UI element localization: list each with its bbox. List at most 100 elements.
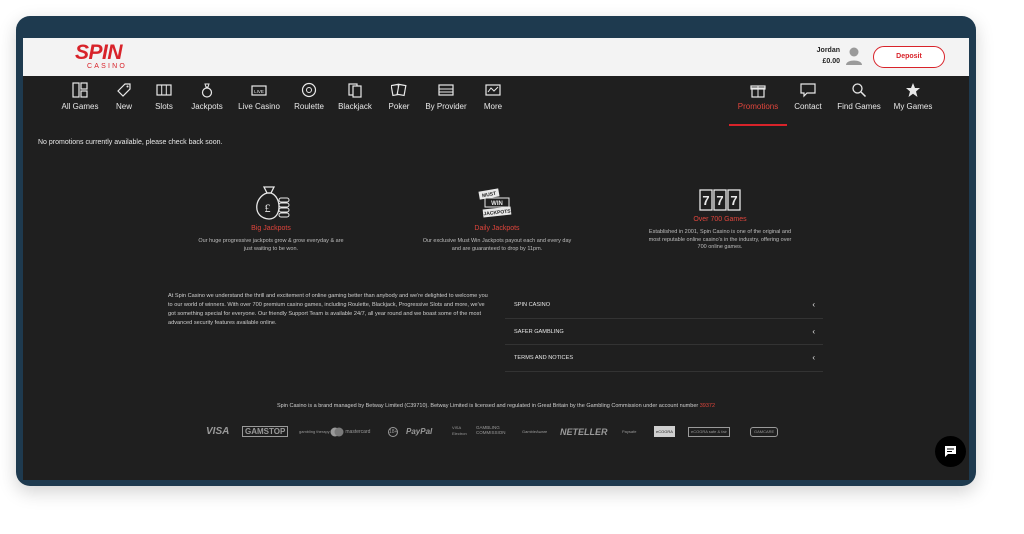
ecogra-logo[interactable]: eCOGRA <box>654 426 675 437</box>
roulette-icon <box>301 82 317 98</box>
gambling-commission-logo[interactable]: GAMBLING COMMISSION <box>476 425 514 439</box>
chat-bubble-icon <box>800 83 816 98</box>
svg-text:£: £ <box>265 201 271 215</box>
nav-label: Poker <box>388 102 410 111</box>
cards-icon <box>348 83 362 98</box>
gambling-therapy-logo[interactable]: gambling therapy <box>299 425 330 439</box>
poker-icon <box>391 83 407 97</box>
feature-title: Over 700 Games <box>693 216 747 223</box>
chevron-left-icon: ‹ <box>812 353 815 362</box>
nav-label: Promotions <box>737 102 779 111</box>
nav-label: Blackjack <box>338 102 372 111</box>
license-statement: Spin Casino is a brand managed by Betway… <box>23 403 969 409</box>
gamcare-logo[interactable]: GAMCARE <box>750 427 779 437</box>
ecogra-safe-fair-logo[interactable]: eCOGRA safe & fair <box>688 427 730 437</box>
accordion-safer-gambling[interactable]: SAFER GAMBLING ‹ <box>505 319 823 345</box>
feature-description: Established in 2001, Spin Casino is one … <box>648 229 792 250</box>
nav-item-promotions[interactable]: Promotions <box>729 82 787 126</box>
feature-title: Big Jackpots <box>251 225 291 232</box>
user-balance: £0.00 <box>822 58 840 65</box>
chevron-left-icon: ‹ <box>812 300 815 309</box>
nav-item-roulette[interactable]: Roulette <box>293 82 325 118</box>
nav-item-live-casino[interactable]: LIVE Live Casino <box>237 82 281 118</box>
feature-over-700-games: 7 7 7 Over 700 Games Established in 2001… <box>645 189 795 252</box>
age-18-logo[interactable]: 18+ <box>388 427 398 437</box>
logo-wordmark: SPIN <box>75 41 123 64</box>
user-avatar-icon[interactable] <box>845 46 863 66</box>
nav-label: More <box>483 102 503 111</box>
nav-label: Jackpots <box>191 102 223 111</box>
live-icon: LIVE <box>251 85 267 96</box>
no-promotions-notice: No promotions currently available, pleas… <box>38 139 223 146</box>
visa-logo[interactable]: VISA <box>206 425 229 439</box>
tag-icon <box>117 83 131 97</box>
accordion-label: TERMS AND NOTICES <box>514 355 574 361</box>
nav-item-by-provider[interactable]: By Provider <box>425 82 467 118</box>
money-bag-icon: £ <box>256 186 290 220</box>
license-number-link[interactable]: 39372 <box>700 403 715 409</box>
accordion-label: SAFER GAMBLING <box>514 328 564 335</box>
nav-label: My Games <box>893 102 933 111</box>
browser-viewport: SPIN CASINO Jordan £0.00 Deposit All Gam… <box>23 38 969 480</box>
deposit-button[interactable]: Deposit <box>873 46 945 68</box>
nav-label: New <box>115 102 132 111</box>
mastercard-text: mastercard <box>345 429 371 435</box>
provider-icon <box>438 84 454 96</box>
reel-digit: 7 <box>716 193 723 208</box>
feature-daily-jackpots: MUST WIN JACKPOTS Daily Jackpots Our exc… <box>422 186 572 253</box>
feature-title: Daily Jackpots <box>474 225 520 232</box>
feature-big-jackpots: £ Big Jackpots Our huge progressive jack… <box>196 184 346 253</box>
star-icon <box>906 83 920 97</box>
nav-item-poker[interactable]: Poker <box>387 82 411 118</box>
nav-label: Slots <box>155 102 173 111</box>
mastercard-logo[interactable]: mastercard <box>330 425 370 439</box>
accordion-terms-and-notices[interactable]: TERMS AND NOTICES ‹ <box>505 345 823 372</box>
gambleaware-logo[interactable]: GambleAware <box>522 425 547 439</box>
accordion-spin-casino[interactable]: SPIN CASINO ‹ <box>505 292 823 319</box>
nav-item-more[interactable]: More <box>481 82 505 118</box>
spin-casino-logo[interactable]: SPIN CASINO <box>75 42 131 72</box>
top-bar: SPIN CASINO Jordan £0.00 Deposit <box>23 38 969 76</box>
main-nav: All Games New Slots Jackpots LIVE Live C… <box>23 76 969 126</box>
reel-digit: 7 <box>730 193 737 208</box>
chat-icon <box>945 446 956 457</box>
logo-subtitle: CASINO <box>87 63 128 70</box>
nav-item-blackjack[interactable]: Blackjack <box>337 82 373 118</box>
nav-item-find-games[interactable]: Find Games <box>837 82 881 118</box>
nav-label: Roulette <box>294 102 324 111</box>
paypal-logo[interactable]: PayPal <box>406 425 432 439</box>
badge-mid-text: WIN <box>491 201 503 207</box>
chevron-left-icon: ‹ <box>812 326 815 336</box>
search-icon <box>852 83 867 98</box>
grid-icon <box>72 82 88 98</box>
slot-777-icon: 7 7 7 <box>699 189 741 211</box>
nav-item-all-games[interactable]: All Games <box>61 82 99 118</box>
feature-description: Our exclusive Must Win Jackpots payout e… <box>422 238 572 252</box>
must-win-jackpots-icon: MUST WIN JACKPOTS <box>478 188 512 218</box>
nav-item-jackpots[interactable]: Jackpots <box>189 82 225 118</box>
footer-accordion: SPIN CASINO ‹ SAFER GAMBLING ‹ TERMS AND… <box>505 292 823 372</box>
live-chat-button[interactable] <box>935 436 966 467</box>
nav-label: All Games <box>61 102 99 111</box>
nav-label: Find Games <box>837 102 881 111</box>
user-name: Jordan <box>816 47 840 54</box>
accordion-label: SPIN CASINO <box>514 302 551 308</box>
neteller-logo[interactable]: NETELLER <box>560 425 608 439</box>
gamstop-logo[interactable]: GAMSTOP <box>242 426 289 437</box>
more-icon <box>485 84 501 96</box>
license-text: Spin Casino is a brand managed by Betway… <box>276 403 700 409</box>
money-bag-icon <box>201 83 213 98</box>
nav-item-slots[interactable]: Slots <box>151 82 177 118</box>
slots-icon <box>156 84 172 96</box>
gift-icon <box>750 85 766 98</box>
nav-label: By Provider <box>425 102 467 111</box>
nav-label: Contact <box>794 102 822 111</box>
visa-electron-logo[interactable]: VISA Electron <box>452 425 468 439</box>
nav-item-my-games[interactable]: My Games <box>893 82 933 118</box>
mastercard-circles-icon <box>330 427 344 437</box>
svg-text:LIVE: LIVE <box>254 89 264 94</box>
paysafe-logo[interactable]: Paysafe <box>622 425 636 439</box>
nav-item-contact[interactable]: Contact <box>793 82 823 118</box>
nav-item-new[interactable]: New <box>111 82 137 118</box>
feature-description: Our huge progressive jackpots grow & gro… <box>198 238 344 252</box>
